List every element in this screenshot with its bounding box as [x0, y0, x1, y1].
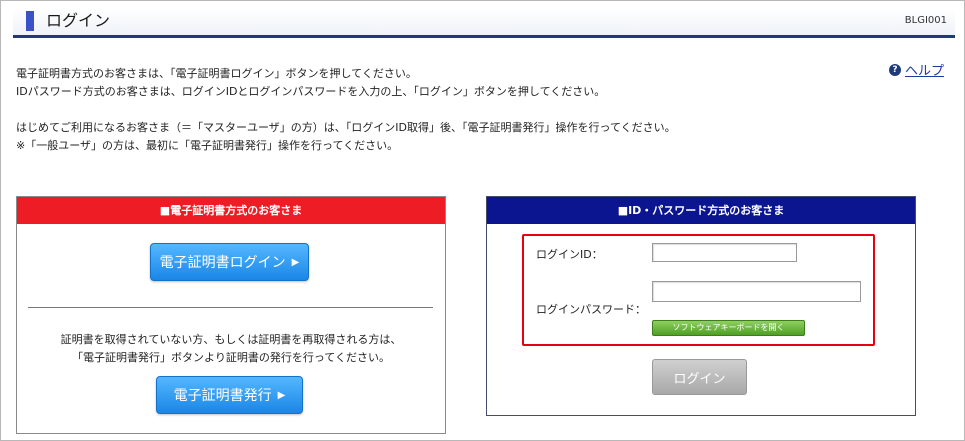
- software-keyboard-button[interactable]: ソフトウェアキーボードを開く: [652, 320, 805, 336]
- instruction-line: 電子証明書方式のお客さまは、「電子証明書ログイン」ボタンを押してください。: [16, 67, 417, 80]
- divider: [28, 307, 433, 308]
- id-password-login-panel: ■ID・パスワード方式のお客さま ログインID： ログインパスワード： ソフトウ…: [486, 196, 916, 416]
- certificate-login-button[interactable]: 電子証明書ログイン ▶: [150, 243, 309, 281]
- chevron-right-icon: ▶: [277, 389, 286, 401]
- certificate-issue-button[interactable]: 電子証明書発行 ▶: [156, 376, 303, 414]
- instruction-line: IDパスワード方式のお客さまは、ログインIDとログインパスワードを入力の上、「ロ…: [16, 85, 606, 98]
- title-accent-bar: [26, 11, 34, 31]
- login-password-input[interactable]: [652, 281, 861, 302]
- certificate-note-line: 「電子証明書発行」ボタンより証明書の発行を行ってください。: [72, 351, 390, 364]
- certificate-panel-header: ■電子証明書方式のお客さま: [17, 197, 445, 224]
- screen-id: BLGI001: [904, 15, 947, 26]
- instruction-line: はじめてご利用になるお客さま（＝「マスターユーザ」の方）は、「ログインID取得」…: [16, 121, 676, 134]
- id-panel-header: ■ID・パスワード方式のお客さま: [487, 197, 915, 224]
- certificate-login-label: 電子証明書ログイン: [159, 255, 286, 271]
- title-bar: ログイン BLGI001: [13, 9, 955, 38]
- login-screen: ログイン BLGI001 ? ヘルプ 電子証明書方式のお客さまは、「電子証明書ロ…: [0, 0, 965, 441]
- instructions: 電子証明書方式のお客さまは、「電子証明書ログイン」ボタンを押してください。 ID…: [16, 65, 676, 155]
- login-password-label: ログインパスワード：: [536, 303, 646, 316]
- login-id-input[interactable]: [652, 243, 797, 262]
- page-title: ログイン: [46, 11, 111, 30]
- help-link[interactable]: ? ヘルプ: [888, 60, 944, 79]
- certificate-login-panel: ■電子証明書方式のお客さま 電子証明書ログイン ▶ 証明書を取得されていない方、…: [16, 196, 446, 434]
- chevron-right-icon: ▶: [291, 256, 300, 268]
- certificate-note: 証明書を取得されていない方、もしくは証明書を再取得される方は、 「電子証明書発行…: [17, 331, 445, 367]
- certificate-issue-label: 電子証明書発行: [173, 388, 272, 404]
- help-icon: ?: [888, 63, 901, 76]
- help-label: ヘルプ: [904, 64, 944, 79]
- certificate-note-line: 証明書を取得されていない方、もしくは証明書を再取得される方は、: [60, 333, 402, 346]
- instruction-line: ※「一般ユーザ」の方は、最初に「電子証明書発行」操作を行ってください。: [16, 139, 399, 152]
- login-button[interactable]: ログイン: [652, 359, 747, 395]
- login-id-label: ログインID：: [536, 248, 603, 261]
